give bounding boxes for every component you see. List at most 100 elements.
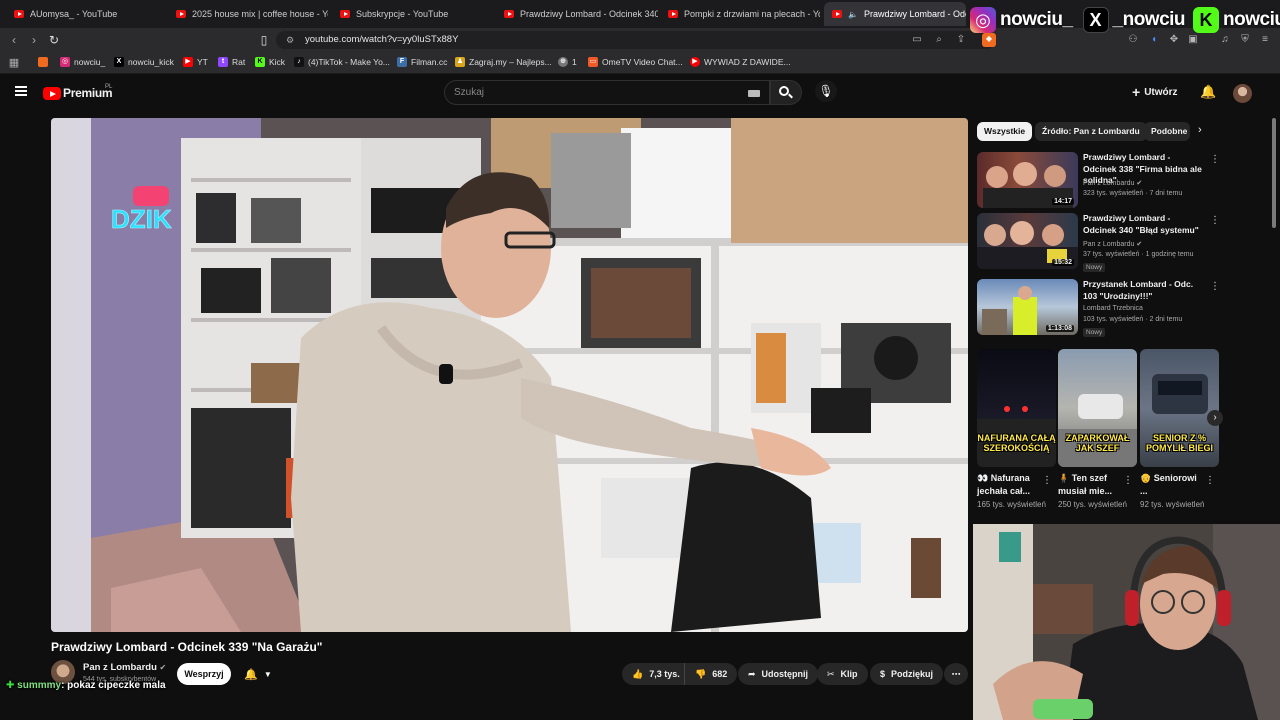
new-badge: Nowy — [1083, 328, 1106, 337]
more-vertical-icon[interactable]: ⋮ — [1210, 215, 1220, 226]
more-vertical-icon[interactable]: ⋮ — [1042, 475, 1052, 486]
search-input[interactable] — [444, 80, 770, 105]
more-vertical-icon[interactable]: ⋮ — [1205, 475, 1215, 486]
chevron-right-icon[interactable]: › — [1198, 124, 1202, 136]
bookmark-item[interactable]: ⊕ 1 — [558, 57, 577, 67]
subscription-bell-button[interactable]: 🔔 ▼ — [238, 663, 278, 685]
dislike-button[interactable]: 👎 682 — [684, 663, 738, 685]
more-vertical-icon[interactable]: ⋮ — [1210, 154, 1220, 165]
zoom-icon[interactable]: ⌕ — [933, 34, 945, 46]
bookmark-icon[interactable]: ▯ — [256, 32, 272, 48]
browser-tab[interactable]: Prawdziwy Lombard - Odcinek 340 " — [496, 2, 658, 26]
instagram-icon: ◎ — [970, 7, 996, 33]
browser-tab[interactable]: AUomysa_ - YouTube — [6, 2, 166, 26]
video-thumbnail[interactable]: 14:17 — [977, 152, 1078, 208]
youtube-favicon-icon — [340, 10, 350, 18]
clip-button[interactable]: ✂ Klip — [817, 663, 868, 685]
instagram-icon: ◎ — [60, 57, 70, 67]
back-arrow-icon[interactable]: ‹ — [6, 32, 22, 48]
chevron-right-icon[interactable]: › — [1207, 410, 1223, 426]
x-icon: X — [114, 57, 124, 67]
video-thumbnail[interactable]: 15:32 — [977, 213, 1078, 269]
more-vertical-icon[interactable]: ⋮ — [1210, 281, 1220, 292]
forward-arrow-icon[interactable]: › — [26, 32, 42, 48]
chat-badge-icon: ✚ — [6, 680, 15, 691]
related-video-channel[interactable]: Pan z Lombardu ✔ — [1083, 240, 1142, 248]
short-thumbnail[interactable]: ZAPARKOWAŁ JAK SZEF — [1058, 349, 1137, 467]
share-button[interactable]: ➦ Udostępnij — [738, 663, 819, 685]
like-button[interactable]: 👍 7,3 tys. — [622, 663, 690, 685]
apps-grid-icon[interactable]: ▦ — [6, 55, 22, 71]
short-thumbnail[interactable]: NAFURANA CAŁĄ SZEROKOŚCIĄ — [977, 349, 1056, 467]
notifications-bell-icon[interactable]: 🔔 — [1200, 84, 1216, 100]
filman-icon: F — [397, 57, 407, 67]
bookmark-item[interactable]: ▶ YT — [183, 57, 208, 67]
kick-handle: nowciu — [1223, 9, 1280, 30]
related-video-meta: 103 tys. wyświetleń · 2 dni temu — [1083, 316, 1183, 323]
more-actions-button[interactable]: ⋯ — [944, 663, 968, 685]
reload-icon[interactable]: ↻ — [46, 32, 62, 48]
create-button[interactable]: + Utwórz — [1132, 84, 1178, 100]
twitch-icon: t — [218, 57, 228, 67]
cast-icon[interactable]: ▭ — [911, 34, 923, 46]
channel-name[interactable]: Pan z Lombardu ✔ — [83, 662, 166, 673]
chip-source[interactable]: Źródło: Pan z Lombardu — [1035, 122, 1147, 141]
browser-tab[interactable]: 2025 house mix | coffee house - YouT — [168, 2, 328, 26]
short-title[interactable]: 🧍 Ten szef musiał mie... — [1058, 472, 1124, 498]
site-info-icon[interactable]: ⚙ — [282, 32, 298, 48]
join-button[interactable]: Wesprzyj — [177, 663, 231, 685]
short-title[interactable]: 👴 Seniorowi ... — [1140, 472, 1206, 498]
bookmark-item[interactable]: K Kick — [255, 57, 285, 67]
share-arrow-icon: ➦ — [748, 668, 756, 679]
bookmark-item[interactable]: t Rat — [218, 57, 245, 67]
browser-tab[interactable]: Pompki z drzwiami na plecach - YouT — [660, 2, 820, 26]
youtube-logo-icon[interactable] — [43, 87, 61, 100]
webcam-image — [973, 524, 1280, 720]
chip-all[interactable]: Wszystkie — [977, 122, 1033, 141]
url-text: youtube.com/watch?v=yy0luSTx88Y — [305, 34, 459, 45]
speaker-icon[interactable]: 🔈 — [848, 10, 858, 19]
video-thumbnail[interactable]: 1:13:08 — [977, 279, 1078, 335]
related-video[interactable]: 14:17 Prawdziwy Lombard - Odcinek 338 "F… — [977, 152, 1220, 210]
bookmark-item[interactable]: ♟ Zagraj.my – Najleps... — [455, 57, 552, 67]
page-scrollbar[interactable] — [1272, 118, 1276, 228]
youtube-icon: ▶ — [183, 57, 193, 67]
short-title[interactable]: 👀 Nafurana jechała cał... — [977, 472, 1043, 498]
thanks-button[interactable]: $ Podziękuj — [870, 663, 944, 685]
related-video-channel[interactable]: Pan z Lombardu ✔ — [1083, 179, 1142, 187]
youtube-favicon-icon — [832, 10, 842, 18]
youtube-header: Premium PL Szukaj 🎙 + Utwórz 🔔 — [0, 75, 1280, 113]
short-thumbnail[interactable]: SENIOR Z % POMYLIŁ BIEGI — [1140, 349, 1219, 467]
bookmark-item[interactable]: ◎ nowciu_ — [60, 57, 105, 67]
globe-icon: ⊕ — [558, 57, 568, 67]
youtube-favicon-icon — [504, 10, 514, 18]
related-video-meta: 37 tys. wyświetleń · 1 godzinę temu — [1083, 251, 1194, 258]
youtube-icon: ▶ — [690, 57, 700, 67]
related-video-channel[interactable]: Lombard Trzebnica — [1083, 305, 1143, 312]
microphone-icon[interactable]: 🎙 — [815, 80, 837, 102]
more-vertical-icon[interactable]: ⋮ — [1123, 475, 1133, 486]
bookmark-item[interactable]: ♪ (4)TikTok - Make Yo... — [294, 57, 390, 67]
keyboard-icon[interactable] — [748, 90, 760, 97]
browser-tab-active[interactable]: 🔈Prawdziwy Lombard - Odcinek — [824, 2, 966, 26]
bookmark-item[interactable]: F Filman.cc — [397, 57, 447, 67]
share-icon[interactable]: ⇪ — [955, 34, 967, 46]
bookmark-item[interactable]: ▭ OmeTV Video Chat... — [588, 57, 683, 67]
video-player[interactable]: DZIK — [51, 118, 968, 632]
x-handle: _nowciu — [1112, 9, 1186, 30]
search-placeholder: Szukaj — [454, 87, 485, 98]
bookmark-item[interactable]: Xnowciu_kick — [114, 57, 174, 67]
browser-tab[interactable]: Subskrypcje - YouTube — [332, 2, 492, 26]
short-views: 165 tys. wyświetleń — [977, 500, 1046, 509]
related-video[interactable]: 15:32 Prawdziwy Lombard - Odcinek 340 "B… — [977, 213, 1220, 272]
chip-similar[interactable]: Podobne — [1144, 122, 1190, 141]
account-avatar[interactable] — [1233, 84, 1252, 103]
related-video-title[interactable]: Przystanek Lombard - Odc. 103 "Urodziny!… — [1083, 279, 1203, 302]
related-video-title[interactable]: Prawdziwy Lombard - Odcinek 340 "Błąd sy… — [1083, 213, 1203, 236]
instagram-handle: nowciu_ — [1000, 9, 1073, 30]
related-video[interactable]: 1:13:08 Przystanek Lombard - Odc. 103 "U… — [977, 279, 1220, 337]
bookmark-item[interactable]: ▶ WYWIAD Z DAWIDE... — [690, 57, 791, 67]
x-icon: X — [1082, 7, 1109, 33]
hamburger-menu-icon[interactable] — [15, 86, 27, 96]
bookmark-item[interactable] — [38, 57, 48, 67]
